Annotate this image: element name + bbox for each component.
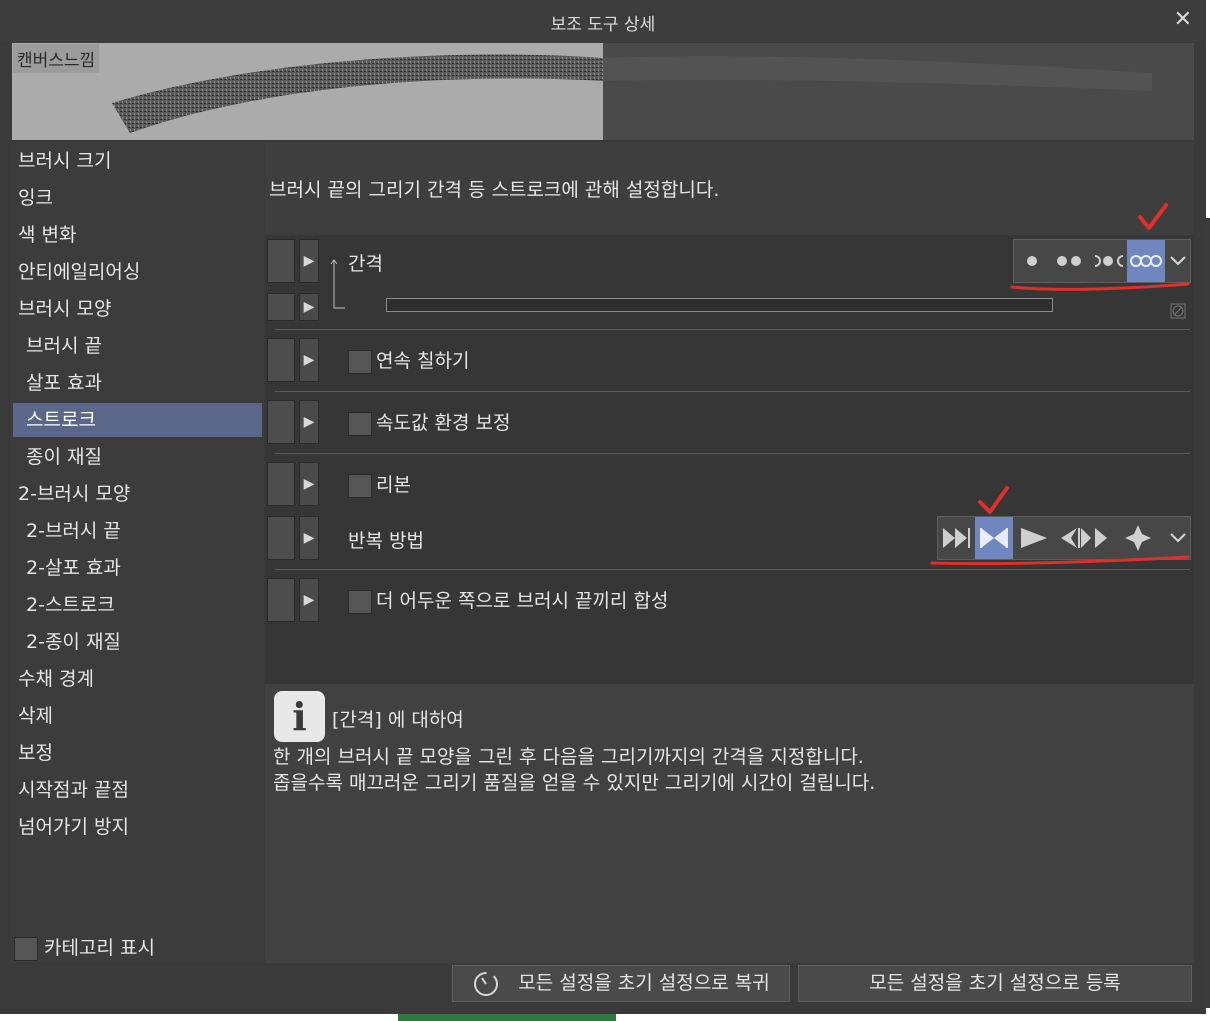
pressure-toggle[interactable] (267, 338, 295, 382)
pressure-toggle[interactable] (267, 516, 295, 560)
pressure-toggle[interactable] (267, 400, 295, 444)
category-sidebar: 브러시 크기 잉크 색 변화 안티에일리어싱 브러시 모양 브러시 끝 살포 효… (10, 142, 264, 962)
close-icon[interactable]: ✕ (1174, 7, 1192, 32)
reset-all-button[interactable]: 모든 설정을 초기 설정으로 복귀 (452, 965, 790, 1002)
sidebar-item-brush-tip[interactable]: 브러시 끝 (13, 329, 262, 363)
repeat-reverse-icon[interactable] (1055, 517, 1111, 559)
spacing-label: 간격 (348, 253, 383, 275)
spacing-slider[interactable] (386, 298, 1053, 312)
expand-arrow-icon[interactable]: ▶ (299, 239, 319, 283)
pressure-toggle[interactable] (267, 462, 295, 506)
help-box: i [간격] 에 대하여 한 개의 브러시 끝 모양을 그린 후 다음을 그리기… (265, 684, 1194, 963)
help-line: 좁을수록 매끄러운 그리기 품질을 얻을 수 있지만 그리기에 시간이 걸립니다… (273, 772, 876, 794)
expand-arrow-icon[interactable]: ▶ (299, 400, 319, 444)
sidebar-item-paper-texture[interactable]: 종이 재질 (13, 440, 262, 474)
footer-bar: 모든 설정을 초기 설정으로 복귀 모든 설정을 초기 설정으로 등록 (10, 964, 1196, 1004)
blend-checkbox[interactable] (348, 589, 372, 614)
expand-arrow-icon[interactable]: ▶ (299, 338, 319, 382)
ribbon-label: 리본 (376, 474, 411, 496)
sidebar-item-prevent-overflow[interactable]: 넘어가기 방지 (13, 810, 262, 844)
sidebar-item-2-stroke[interactable]: 2-스트로크 (13, 588, 262, 622)
sub-tool-detail-dialog: 보조 도구 상세 ✕ 캔버스느낌 브러시 크기 잉크 색 변화 안티에일리어싱 … (0, 0, 1206, 1014)
help-line: 한 개의 브러시 끝 모양을 그린 후 다음을 그리기까지의 간격을 지정합니다… (273, 746, 864, 768)
half-dot-icon[interactable] (1090, 240, 1126, 282)
spacing-row: ▶ ▶ 간격 (265, 238, 1194, 330)
sidebar-item-anti-aliasing[interactable]: 안티에일리어싱 (13, 255, 262, 289)
disabled-icon (1170, 303, 1186, 319)
continuous-checkbox[interactable] (348, 349, 372, 374)
repeat-star-icon[interactable] (1112, 517, 1164, 559)
title-bar: 보조 도구 상세 ✕ (0, 0, 1206, 42)
sidebar-item-color-jitter[interactable]: 색 변화 (13, 218, 262, 252)
sidebar-item-ink[interactable]: 잉크 (13, 181, 262, 215)
description-text: 브러시 끝의 그리기 간격 등 스트로크에 관해 설정합니다. (269, 179, 720, 201)
pressure-toggle[interactable] (267, 293, 295, 321)
chevron-down-icon[interactable] (1166, 240, 1190, 282)
divider (275, 569, 1190, 570)
info-icon: i (274, 691, 325, 742)
show-category-label: 카테고리 표시 (44, 937, 155, 959)
sidebar-item-2-spray-effect[interactable]: 2-살포 효과 (13, 551, 262, 585)
sidebar-item-2-brush-tip[interactable]: 2-브러시 끝 (13, 514, 262, 548)
repeat-mirror-icon[interactable] (975, 517, 1013, 559)
double-dot-icon[interactable] (1051, 240, 1089, 282)
reset-icon (474, 971, 499, 996)
repeat-row: ▶ 반복 방법 (265, 516, 1194, 560)
blend-option: 더 어두운 쪽으로 브러시 끝끼리 합성 (348, 586, 668, 614)
settings-panel: 브러시 끝의 그리기 간격 등 스트로크에 관해 설정합니다. ▶ ▶ 간격 ▶… (265, 142, 1194, 963)
link-bracket-icon (330, 259, 345, 309)
sidebar-item-erase[interactable]: 삭제 (13, 699, 262, 733)
sidebar-item-brush-size[interactable]: 브러시 크기 (13, 144, 262, 178)
ribbon-checkbox[interactable] (348, 473, 372, 498)
speed-row: ▶ 속도값 환경 보정 (265, 400, 1194, 444)
brush-stroke-preview (112, 54, 1152, 133)
spacing-mode-selector[interactable] (1013, 239, 1191, 283)
show-category-checkbox[interactable] (14, 936, 38, 961)
help-body: 한 개의 브러시 끝 모양을 그린 후 다음을 그리기까지의 간격을 지정합니다… (273, 744, 875, 796)
sidebar-item-correction[interactable]: 보정 (13, 736, 262, 770)
sidebar-item-stroke[interactable]: 스트로크 (13, 403, 262, 437)
register-default-button[interactable]: 모든 설정을 초기 설정으로 등록 (798, 965, 1192, 1002)
speed-option: 속도값 환경 보정 (348, 408, 510, 436)
triple-dot-icon[interactable] (1127, 240, 1165, 282)
window-title: 보조 도구 상세 (550, 15, 656, 35)
single-dot-icon[interactable] (1014, 240, 1050, 282)
sidebar-item-watercolor-edge[interactable]: 수채 경계 (13, 662, 262, 696)
blend-row: ▶ 더 어두운 쪽으로 브러시 끝끼리 합성 (265, 578, 1194, 622)
divider (275, 391, 1190, 392)
pressure-toggle[interactable] (267, 239, 295, 283)
speed-label: 속도값 환경 보정 (376, 412, 511, 434)
brush-preview: 캔버스느낌 (12, 43, 1194, 140)
continuous-row: ▶ 연속 칠하기 (265, 338, 1194, 382)
blend-label: 더 어두운 쪽으로 브러시 끝끼리 합성 (376, 590, 669, 612)
ribbon-row: ▶ 리본 (265, 462, 1194, 506)
divider (275, 329, 1190, 330)
pressure-toggle[interactable] (267, 578, 295, 622)
continuous-label: 연속 칠하기 (376, 350, 470, 372)
sidebar-item-spray-effect[interactable]: 살포 효과 (13, 366, 262, 400)
category-description: 브러시 끝의 그리기 간격 등 스트로크에 관해 설정합니다. (265, 142, 1194, 235)
continuous-option: 연속 칠하기 (348, 346, 469, 374)
reset-all-label: 모든 설정을 초기 설정으로 복귀 (518, 972, 770, 994)
repeat-forward-icon[interactable] (938, 517, 974, 559)
repeat-once-icon[interactable] (1014, 517, 1054, 559)
sidebar-item-starting-ending[interactable]: 시작점과 끝점 (13, 773, 262, 807)
ribbon-option: 리본 (348, 470, 411, 498)
expand-arrow-icon[interactable]: ▶ (299, 516, 319, 560)
speed-checkbox[interactable] (348, 411, 372, 436)
repeat-method-selector[interactable] (937, 516, 1191, 560)
expand-arrow-icon[interactable]: ▶ (299, 293, 319, 321)
show-category-row: 카테고리 표시 (14, 935, 155, 963)
help-title: [간격] 에 대하여 (332, 709, 464, 731)
chevron-down-icon[interactable] (1166, 517, 1190, 559)
repeat-label: 반복 방법 (348, 530, 424, 552)
sidebar-item-brush-shape[interactable]: 브러시 모양 (13, 292, 262, 326)
sidebar-item-2-brush-shape[interactable]: 2-브러시 모양 (13, 477, 262, 511)
expand-arrow-icon[interactable]: ▶ (299, 578, 319, 622)
brush-name-label: 캔버스느낌 (13, 44, 100, 73)
expand-arrow-icon[interactable]: ▶ (299, 462, 319, 506)
sidebar-item-2-paper-texture[interactable]: 2-종이 재질 (13, 625, 262, 659)
divider (275, 453, 1190, 454)
